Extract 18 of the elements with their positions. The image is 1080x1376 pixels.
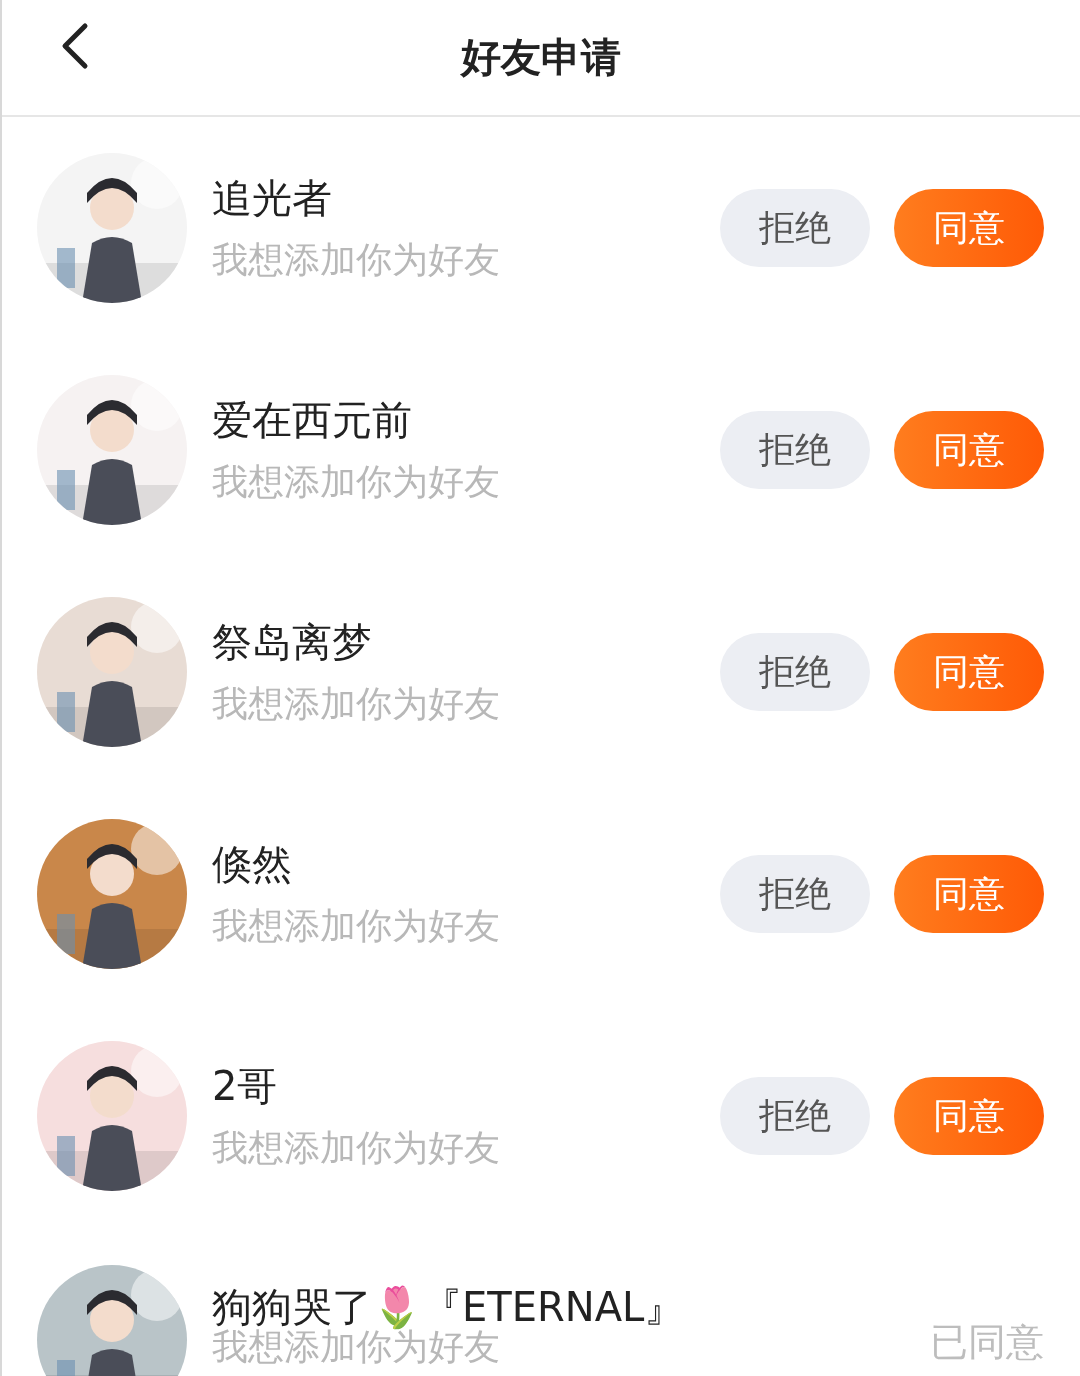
reject-button[interactable]: 拒绝 <box>720 1077 870 1155</box>
user-name: 祭岛离梦 <box>212 618 373 667</box>
user-name: 2哥 <box>212 1062 279 1111</box>
page-title: 好友申请 <box>461 33 621 82</box>
status-label: 已同意 <box>930 1323 1044 1361</box>
request-message: 我想添加你为好友 <box>212 682 501 726</box>
reject-button[interactable]: 拒绝 <box>720 855 870 933</box>
reject-button[interactable]: 拒绝 <box>720 411 870 489</box>
reject-button[interactable]: 拒绝 <box>720 189 870 267</box>
user-name: 倏然 <box>212 840 293 889</box>
request-message: 我想添加你为好友 <box>212 1126 501 1170</box>
request-message: 我想添加你为好友 <box>212 1329 501 1365</box>
request-message: 我想添加你为好友 <box>212 238 501 282</box>
reject-button[interactable]: 拒绝 <box>720 633 870 711</box>
request-message: 我想添加你为好友 <box>212 904 501 948</box>
user-name: 爱在西元前 <box>212 396 413 445</box>
user-name: 追光者 <box>212 174 333 223</box>
request-message: 我想添加你为好友 <box>212 460 501 504</box>
